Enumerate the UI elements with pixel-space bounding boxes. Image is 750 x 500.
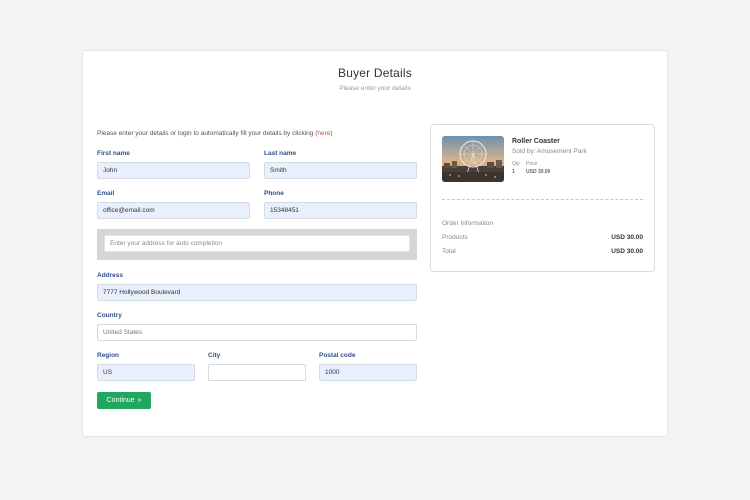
page-subtitle: Please enter your details [339, 85, 411, 92]
city-input[interactable] [208, 364, 306, 381]
login-here-link[interactable]: here [317, 130, 330, 137]
last-name-label: Last name [264, 150, 297, 157]
product-thumbnail [442, 136, 504, 182]
continue-button[interactable]: Continue » [97, 392, 151, 409]
phone-input[interactable]: 15348451 [264, 202, 417, 219]
page-title: Buyer Details [338, 66, 412, 80]
login-hint-text: Please enter your details or login to au… [97, 130, 318, 137]
region-label: Region [97, 352, 120, 359]
total-label: Total [442, 248, 456, 255]
postal-code-input[interactable]: 1000 [319, 364, 417, 381]
continue-button-label: Continue [106, 397, 135, 404]
region-input[interactable]: US [97, 364, 195, 381]
city-label: City [208, 352, 221, 359]
postal-code-label: Postal code [319, 352, 356, 359]
address-autocomplete-input[interactable]: Enter your address for auto completion [104, 235, 410, 252]
order-summary-panel: Roller Coaster Sold by: Amusement Park Q… [430, 124, 655, 272]
products-value: USD 30.00 [611, 234, 643, 241]
address-input[interactable]: 7777 Hollywood Boulevard [97, 284, 417, 301]
email-label: Email [97, 190, 115, 197]
address-label: Address [97, 272, 124, 279]
address-autocomplete-band: Enter your address for auto completion [97, 229, 417, 260]
last-name-input[interactable]: Smith [264, 162, 417, 179]
first-name-label: First name [97, 150, 130, 157]
products-label: Products [442, 234, 468, 241]
price-label: Price [526, 161, 538, 167]
country-label: Country [97, 312, 122, 319]
product-seller: Sold by: Amusement Park [512, 148, 587, 155]
ferris-wheel-image [442, 136, 504, 182]
phone-label: Phone [264, 190, 284, 197]
qty-label: Qty [512, 161, 520, 167]
summary-divider [442, 199, 643, 200]
country-select[interactable]: United States [97, 324, 417, 341]
order-information-title: Order Information [442, 220, 493, 227]
total-value: USD 30.00 [611, 248, 643, 255]
email-input[interactable]: office@email.com [97, 202, 250, 219]
double-chevron-right-icon: » [137, 397, 142, 404]
login-hint: Please enter your details or login to au… [97, 130, 333, 137]
qty-value: 1 [512, 169, 515, 175]
buyer-details-card: Buyer Details Please enter your details … [82, 50, 668, 437]
product-name: Roller Coaster [512, 138, 560, 145]
first-name-input[interactable]: John [97, 162, 250, 179]
login-hint-close: ) [330, 130, 333, 137]
price-value: USD 30.00 [526, 169, 551, 175]
